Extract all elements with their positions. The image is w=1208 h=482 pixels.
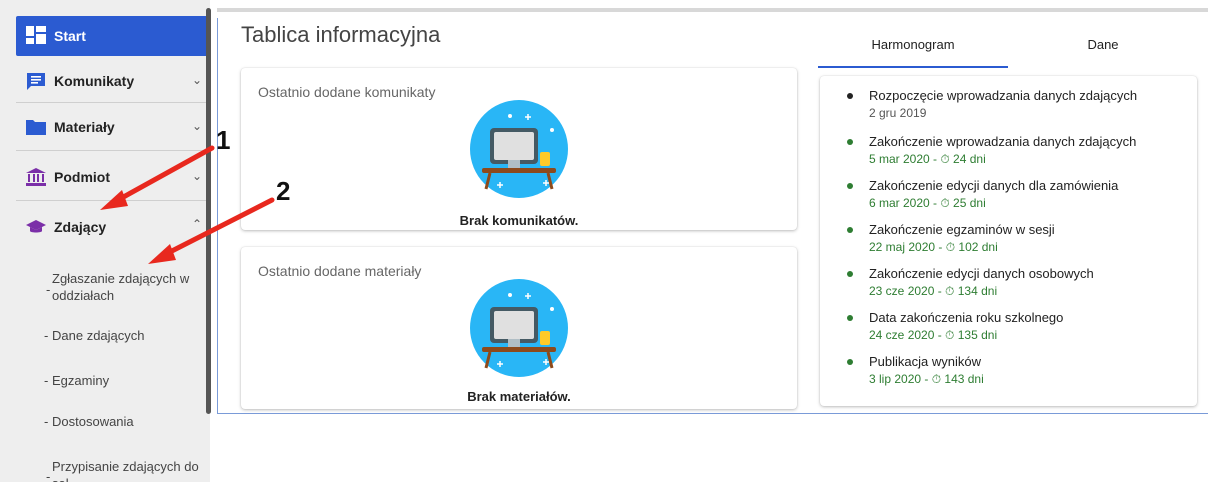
tab-harmonogram[interactable]: Harmonogram (818, 26, 1008, 68)
subitem-label: Dane zdających (52, 328, 145, 343)
chevron-down-icon: ⌄ (191, 169, 202, 183)
bullet-dot (847, 271, 853, 277)
card-title: Ostatnio dodane materiały (258, 263, 422, 279)
sidebar-item-label: Podmiot (54, 169, 110, 185)
page-title: Tablica informacyjna (241, 22, 441, 47)
bullet-dot (847, 139, 853, 145)
sidebar-subitem-zglaszanie[interactable]: - Zgłaszanie zdających w oddziałach (46, 270, 200, 304)
timeline-title: Publikacja wyników (869, 354, 981, 369)
subitem-label: Egzaminy (52, 373, 110, 388)
empty-state-text: Brak materiałów. (467, 389, 571, 404)
annotation-number-2: 2 (276, 176, 291, 206)
dash: - (46, 469, 51, 482)
sidebar-subitem-dostosowania[interactable]: - Dostosowania (44, 413, 200, 430)
empty-state-text: Brak komunikatów. (459, 213, 579, 228)
timeline-title: Zakończenie egzaminów w sesji (869, 222, 1055, 237)
subitem-label: Zgłaszanie zdających w oddziałach (52, 271, 190, 303)
sidebar-item-materialy[interactable]: Materiały ⌄ (16, 104, 208, 150)
card-title: Ostatnio dodane komunikaty (258, 84, 436, 100)
timeline-date: 3 lip 2020 - ⏱ 143 dni (869, 372, 984, 386)
sidebar-item-zdajacy[interactable]: Zdający ⌃ (16, 204, 208, 250)
sidebar-item-label: Komunikaty (54, 73, 135, 89)
divider (16, 200, 208, 201)
timeline-date: 22 maj 2020 - ⏱ 102 dni (869, 240, 998, 254)
bullet-dot (847, 227, 853, 233)
bullet-dot (847, 183, 853, 189)
timeline-date: 24 cze 2020 - ⏱ 135 dni (869, 328, 998, 342)
top-bar-line (217, 8, 1208, 12)
timeline-title: Zakończenie edycji danych dla zamówienia (869, 178, 1119, 193)
subitem-label: Przypisanie zdających do sal (52, 459, 199, 482)
timeline-title: Rozpoczęcie wprowadzania danych zdającyc… (869, 88, 1138, 103)
bullet-dot (847, 93, 853, 99)
sidebar-subitem-egzaminy[interactable]: - Egzaminy (44, 372, 200, 389)
timeline-date: 5 mar 2020 - ⏱ 24 dni (869, 152, 986, 166)
empty-computer-illustration (470, 279, 568, 377)
annotation-number-1: 1 (216, 125, 231, 155)
timeline-title: Zakończenie wprowadzania danych zdającyc… (869, 134, 1137, 149)
empty-computer-illustration (470, 100, 568, 198)
sidebar-item-komunikaty[interactable]: Komunikaty ⌄ (16, 58, 208, 104)
timeline-date: 6 mar 2020 - ⏱ 25 dni (869, 196, 986, 210)
tab-bar: Harmonogram Dane (818, 26, 1198, 68)
chevron-down-icon: ⌄ (191, 119, 202, 133)
sidebar: Start Komunikaty ⌄ Materiały ⌄ Podmiot ⌄… (0, 0, 210, 482)
chevron-down-icon: ⌄ (191, 73, 202, 87)
sidebar-item-label: Materiały (54, 119, 115, 135)
sidebar-item-podmiot[interactable]: Podmiot ⌄ (16, 154, 208, 200)
tab-dane[interactable]: Dane (1008, 26, 1198, 68)
dash: - (44, 373, 49, 388)
sidebar-item-start[interactable]: Start (16, 16, 208, 56)
bullet-dot (847, 359, 853, 365)
timeline-date: 2 gru 2019 (869, 106, 927, 120)
bullet-dot (847, 315, 853, 321)
dash: - (44, 328, 49, 343)
divider (16, 150, 208, 151)
folder-icon (26, 120, 46, 135)
materials-card: Ostatnio dodane materiały Brak materiałó… (241, 247, 797, 409)
subitem-label: Dostosowania (52, 414, 134, 429)
timeline-title: Data zakończenia roku szkolnego (869, 310, 1064, 325)
dash: - (44, 414, 49, 429)
message-icon (27, 73, 45, 90)
dashboard-icon (26, 26, 46, 44)
graduation-cap-icon (26, 220, 46, 233)
divider (16, 102, 208, 103)
chevron-up-icon: ⌃ (191, 217, 202, 231)
schedule-timeline: Rozpoczęcie wprowadzania danych zdającyc… (820, 76, 1197, 406)
sidebar-item-label: Zdający (54, 219, 107, 235)
sidebar-scrollbar[interactable] (206, 8, 211, 414)
timeline-title: Zakończenie edycji danych osobowych (869, 266, 1094, 281)
sidebar-subitem-przypisanie[interactable]: - Przypisanie zdających do sal (46, 458, 200, 482)
messages-card: Ostatnio dodane komunikaty Brak komunika… (241, 68, 797, 230)
dash: - (46, 282, 51, 297)
institution-icon (26, 168, 46, 186)
sidebar-item-label: Start (54, 28, 86, 44)
timeline-date: 23 cze 2020 - ⏱ 134 dni (869, 284, 998, 298)
sidebar-subitem-dane[interactable]: - Dane zdających (44, 327, 200, 344)
